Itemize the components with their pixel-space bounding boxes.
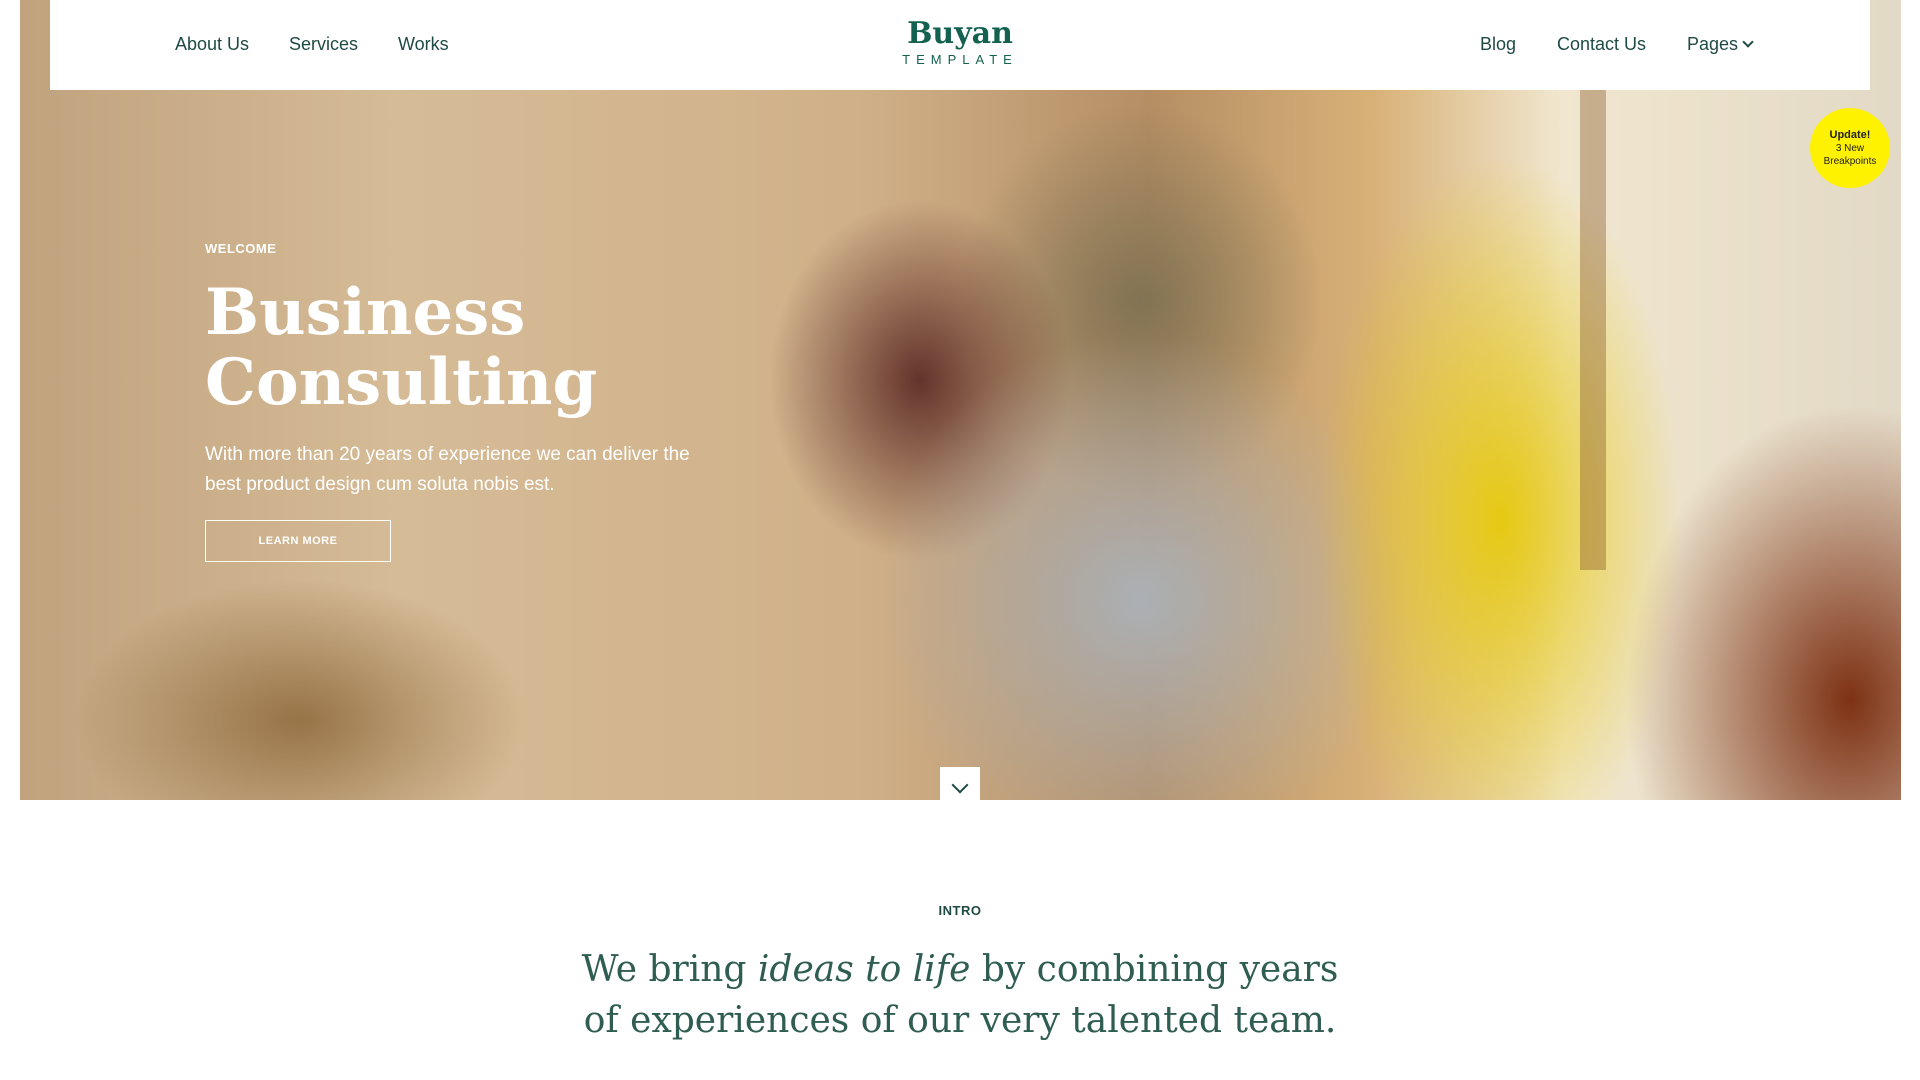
badge-line-1: 3 New <box>1835 142 1865 154</box>
hero-subtitle: With more than 20 years of experience we… <box>205 444 690 495</box>
intro-text-before: We bring <box>581 949 758 990</box>
hero-title-line-1: Business <box>205 275 526 350</box>
badge-line-2: Breakpoints <box>1823 155 1877 167</box>
hero-eyebrow: WELCOME <box>205 241 277 256</box>
intro-label: INTRO <box>938 903 982 918</box>
intro-text-emphasis: ideas to life <box>757 949 971 990</box>
top-navigation: About Us Services Works Buyan TEMPLATE B… <box>50 0 1870 90</box>
learn-more-button[interactable]: LEARN MORE <box>205 520 391 562</box>
hero-title: Business Consulting <box>205 278 805 418</box>
intro-text: We bring ideas to life by combining year… <box>560 944 1360 1046</box>
chevron-down-icon <box>951 776 969 794</box>
chevron-down-icon <box>1742 36 1754 48</box>
nav-link-pages-label: Pages <box>1687 34 1739 54</box>
nav-link-contact-us[interactable]: Contact Us <box>1557 34 1646 55</box>
window-frame <box>1580 90 1606 570</box>
hero-title-line-2: Consulting <box>205 345 598 420</box>
page: About Us Services Works Buyan TEMPLATE B… <box>0 0 1920 1080</box>
badge-title: Update! <box>1829 128 1871 141</box>
update-badge[interactable]: Update! 3 New Breakpoints <box>1810 108 1890 188</box>
nav-link-blog[interactable]: Blog <box>1480 34 1516 55</box>
scroll-down-button[interactable] <box>940 767 980 800</box>
nav-dropdown-pages[interactable]: Pages <box>1687 34 1754 55</box>
